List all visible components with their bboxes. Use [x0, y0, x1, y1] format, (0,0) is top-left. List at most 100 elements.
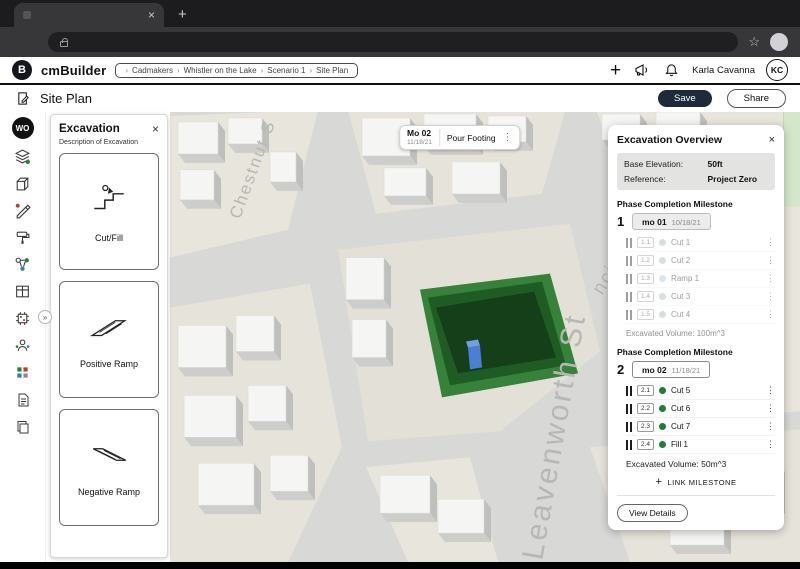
excavation-panel: Excavation × Description of Excavation C… [50, 114, 168, 558]
drag-handle-icon[interactable] [626, 385, 632, 396]
base-elevation-value: 50ft [707, 159, 723, 169]
item-index-badge: 2.4 [637, 439, 655, 450]
drag-handle-icon[interactable] [626, 255, 632, 266]
reference-value: Project Zero [707, 174, 758, 184]
volume-label: Excavated Volume: [626, 459, 699, 469]
browser-tab[interactable]: × [14, 3, 164, 27]
phase-item-row[interactable]: 1.2 Cut 2 ⋮ [626, 252, 775, 270]
breadcrumb-item-cadmakers[interactable]: Cadmakers [132, 66, 173, 75]
timeline-milestone-chip[interactable]: Mo 02 11/18/21 Pour Footing ⋮ [399, 125, 521, 151]
drag-handle-icon[interactable] [626, 421, 632, 432]
chip-milestone: Mo 02 [407, 128, 432, 138]
item-menu-icon[interactable]: ⋮ [766, 403, 775, 414]
excavated-volume-phase1: Excavated Volume: 100m^3 [626, 329, 775, 338]
breadcrumb-sep: › [260, 65, 264, 75]
save-button[interactable]: Save [657, 90, 712, 107]
link-milestone-button[interactable]: + LINK MILESTONE [617, 477, 775, 488]
milestone-chip-mo02[interactable]: mo 02 11/18/21 [632, 361, 711, 378]
phase-item-row[interactable]: 1.1 Cut 1 ⋮ [626, 234, 775, 252]
drag-handle-icon[interactable] [626, 403, 632, 414]
item-label: Cut 1 [671, 238, 691, 247]
table-grid-icon[interactable] [13, 282, 32, 301]
color-swatches-icon[interactable] [13, 363, 32, 382]
option-card-negative-ramp[interactable]: Negative Ramp [59, 409, 159, 526]
volume-label: Excavated Volume: [626, 329, 695, 338]
page-toolbar: Site Plan Save Share [0, 85, 800, 112]
automation-chip-icon[interactable] [13, 309, 32, 328]
item-status-dot [659, 293, 667, 300]
phase-item-row[interactable]: 2.3 Cut 7 ⋮ [626, 418, 775, 436]
item-label: Cut 5 [671, 386, 691, 395]
user-avatar[interactable]: KC [766, 59, 788, 81]
milestone-chip-mo01[interactable]: mo 01 10/18/21 [632, 213, 711, 230]
item-menu-icon[interactable]: ⋮ [766, 385, 775, 396]
item-menu-icon[interactable]: ⋮ [766, 237, 775, 248]
map-viewport[interactable]: Leavenworth St Chestnut S ncisco Mo 02 1… [170, 112, 800, 562]
phase-item-row[interactable]: 2.4 Fill 1 ⋮ [626, 436, 775, 454]
add-icon[interactable]: + [610, 61, 621, 80]
phase-section-label: Phase Completion Milestone [617, 199, 733, 209]
team-icon[interactable] [13, 336, 32, 355]
item-menu-icon[interactable]: ⋮ [766, 255, 775, 266]
volume-value: 50m^3 [701, 459, 727, 469]
chip-menu-icon[interactable]: ⋮ [503, 132, 513, 143]
option-card-cutfill[interactable]: Cut/Fill [59, 153, 159, 270]
item-status-dot [659, 239, 667, 246]
browser-addressbar: ☆ [0, 27, 800, 57]
item-index-badge: 2.2 [637, 403, 655, 414]
drag-handle-icon[interactable] [626, 309, 632, 320]
url-input[interactable] [48, 32, 739, 52]
item-menu-icon[interactable]: ⋮ [766, 439, 775, 450]
tab-close-icon[interactable]: × [148, 9, 155, 21]
item-status-dot [659, 387, 667, 394]
excavation-panel-close-icon[interactable]: × [152, 123, 159, 135]
item-menu-icon[interactable]: ⋮ [766, 273, 775, 284]
item-index-badge: 1.5 [637, 309, 655, 320]
bookmark-star-icon[interactable]: ☆ [748, 34, 760, 50]
copy-files-icon[interactable] [13, 417, 32, 436]
item-label: Cut 2 [671, 256, 691, 265]
notifications-bell-icon[interactable] [662, 61, 681, 80]
item-menu-icon[interactable]: ⋮ [766, 309, 775, 320]
reference-label: Reference: [624, 174, 666, 184]
share-button[interactable]: Share [726, 89, 786, 108]
layers-icon[interactable] [13, 147, 32, 166]
overview-close-icon[interactable]: × [769, 134, 775, 146]
cmbuilder-logo[interactable]: B [12, 60, 32, 80]
phase-item-row[interactable]: 2.2 Cut 6 ⋮ [626, 400, 775, 418]
item-index-badge: 1.2 [637, 255, 655, 266]
item-menu-icon[interactable]: ⋮ [766, 421, 775, 432]
drag-handle-icon[interactable] [626, 291, 632, 302]
drag-handle-icon[interactable] [626, 237, 632, 248]
item-status-dot [659, 405, 667, 412]
volume-value: 100m^3 [696, 329, 725, 338]
model-cube-icon[interactable] [13, 174, 32, 193]
excavation-panel-title: Excavation [59, 123, 120, 135]
phase-item-row[interactable]: 1.5 Cut 4 ⋮ [626, 306, 775, 324]
milestone-date: 11/18/21 [671, 365, 701, 375]
item-menu-icon[interactable]: ⋮ [766, 291, 775, 302]
drag-handle-icon[interactable] [626, 273, 632, 284]
chip-date: 11/18/21 [407, 138, 432, 146]
phase-number: 1 [617, 214, 625, 229]
drag-handle-icon[interactable] [626, 439, 632, 450]
browser-profile-icon[interactable] [770, 33, 788, 51]
workflow-nodes-icon[interactable] [13, 255, 32, 274]
markup-tools-icon[interactable] [13, 201, 32, 220]
phase-item-row[interactable]: 1.3 Ramp 1 ⋮ [626, 270, 775, 288]
breadcrumb-item-project[interactable]: Whistler on the Lake [184, 66, 257, 75]
new-tab-icon[interactable]: + [178, 7, 187, 22]
workspace-badge[interactable]: WO [11, 117, 34, 139]
announcements-icon[interactable] [632, 61, 651, 80]
paint-roller-icon[interactable] [13, 228, 32, 247]
option-card-positive-ramp[interactable]: Positive Ramp [59, 281, 159, 398]
item-index-badge: 1.1 [637, 237, 655, 248]
breadcrumb-item-siteplan[interactable]: Site Plan [316, 66, 348, 75]
breadcrumb-item-scenario[interactable]: Scenario 1 [267, 66, 305, 75]
phase-item-row[interactable]: 2.1 Cut 5 ⋮ [626, 382, 775, 400]
phase-item-row[interactable]: 1.4 Cut 3 ⋮ [626, 288, 775, 306]
document-icon[interactable] [13, 390, 32, 409]
item-label: Cut 7 [671, 422, 691, 431]
rail-expander-icon[interactable]: » [38, 310, 52, 324]
view-details-button[interactable]: View Details [617, 504, 688, 522]
